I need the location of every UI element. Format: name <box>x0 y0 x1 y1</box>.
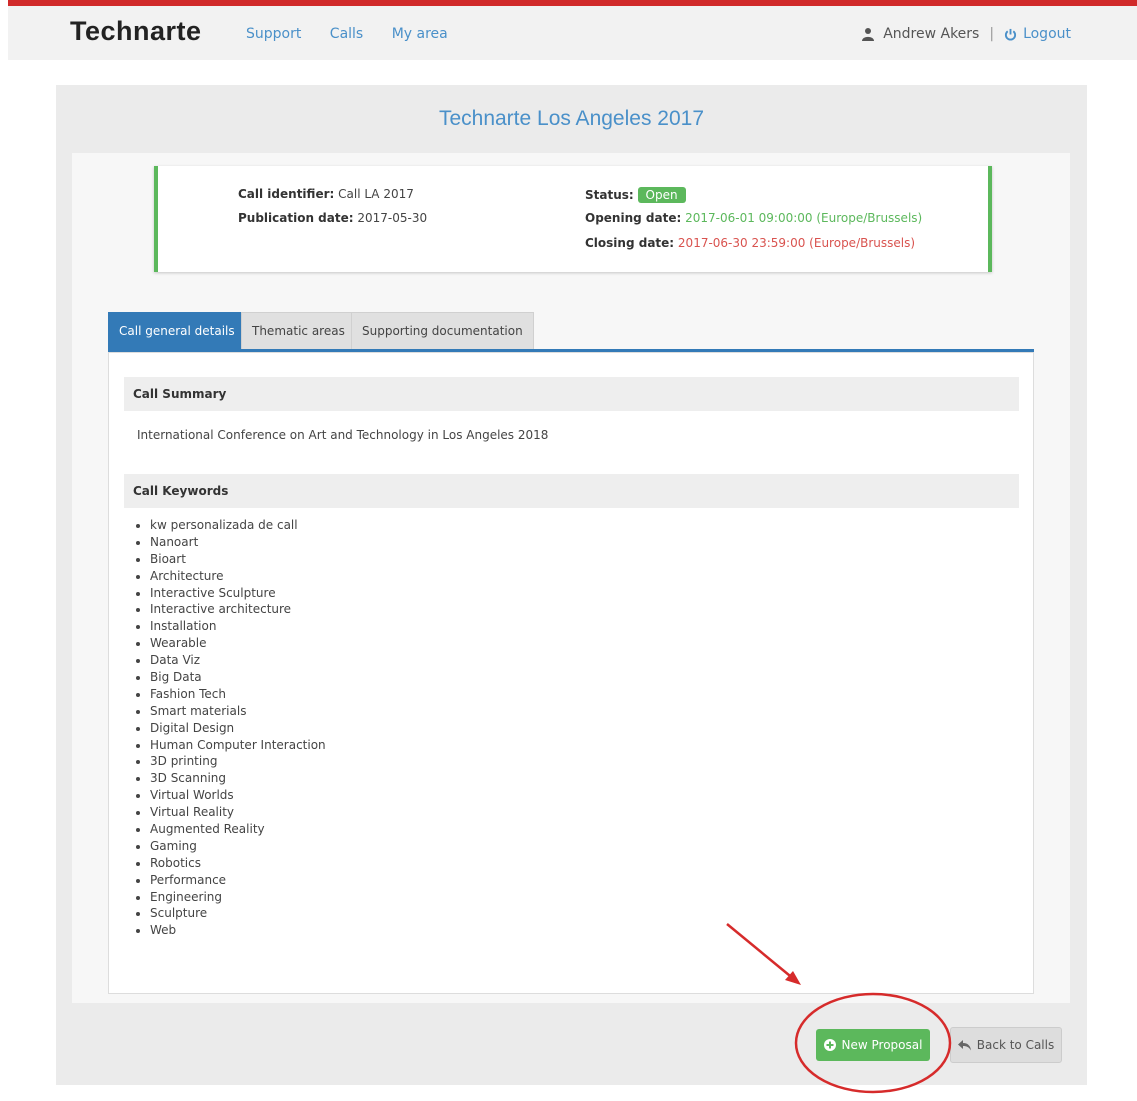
list-item: Sculpture <box>150 905 326 922</box>
call-identifier-label: Call identifier: <box>238 187 335 201</box>
back-to-calls-button[interactable]: Back to Calls <box>950 1027 1062 1063</box>
tab-content: Call Summary International Conference on… <box>108 352 1034 994</box>
closing-date-label: Closing date: <box>585 236 675 250</box>
page-title: Technarte Los Angeles 2017 <box>438 107 705 130</box>
user-name[interactable]: Andrew Akers <box>883 26 979 42</box>
tab-thematic-areas[interactable]: Thematic areas <box>241 312 356 349</box>
list-item: Web <box>150 922 326 939</box>
closing-date-value: 2017-06-30 23:59:00 (Europe/Brussels) <box>677 236 916 250</box>
call-identifier-value: Call LA 2017 <box>338 187 414 201</box>
call-keywords-heading: Call Keywords <box>124 474 1019 508</box>
list-item: Interactive Sculpture <box>150 585 326 602</box>
power-icon <box>1005 28 1017 40</box>
tab-call-general-details[interactable]: Call general details <box>108 312 246 349</box>
list-item: Performance <box>150 872 326 889</box>
back-to-calls-label: Back to Calls <box>976 1038 1055 1052</box>
nav-calls[interactable]: Calls <box>330 26 363 42</box>
list-item: Architecture <box>150 568 326 585</box>
status-badge: Open <box>637 187 686 203</box>
opening-date-label: Opening date: <box>585 211 682 225</box>
brand-logo[interactable]: Technarte <box>70 16 202 47</box>
list-item: Robotics <box>150 855 326 872</box>
list-item: kw personalizada de call <box>150 517 326 534</box>
user-menu: Andrew Akers | Logout <box>861 26 1071 42</box>
nav-support[interactable]: Support <box>246 26 301 42</box>
call-identifier: Call identifier: Call LA 2017 <box>238 187 414 201</box>
list-item: Wearable <box>150 635 326 652</box>
list-item: Engineering <box>150 889 326 906</box>
call-panel: Technarte Los Angeles 2017 Call identifi… <box>56 85 1087 1085</box>
keywords-list: kw personalizada de call Nanoart Bioart … <box>135 517 326 939</box>
tab-supporting-documentation[interactable]: Supporting documentation <box>351 312 534 349</box>
call-summary-text: International Conference on Art and Tech… <box>137 428 549 442</box>
call-status: Status: Open <box>585 187 686 203</box>
separator: | <box>989 26 995 42</box>
call-details-panel: Call identifier: Call LA 2017 Publicatio… <box>72 153 1070 1003</box>
logo-text: Technarte <box>70 16 202 46</box>
opening-date-value: 2017-06-01 09:00:00 (Europe/Brussels) <box>685 211 923 225</box>
closing-date: Closing date: 2017-06-30 23:59:00 (Europ… <box>585 236 915 250</box>
list-item: Virtual Reality <box>150 804 326 821</box>
details-tabs: Call general details Thematic areas Supp… <box>108 312 1034 352</box>
new-proposal-label: New Proposal <box>841 1038 923 1052</box>
opening-date: Opening date: 2017-06-01 09:00:00 (Europ… <box>585 211 922 225</box>
main-nav: Support Calls My area <box>246 26 472 42</box>
list-item: Data Viz <box>150 652 326 669</box>
publication-date: Publication date: 2017-05-30 <box>238 211 427 225</box>
list-item: Virtual Worlds <box>150 787 326 804</box>
list-item: Interactive architecture <box>150 601 326 618</box>
list-item: Bioart <box>150 551 326 568</box>
list-item: 3D Scanning <box>150 770 326 787</box>
plus-circle-icon <box>823 1039 836 1051</box>
publication-date-label: Publication date: <box>238 211 354 225</box>
nav-my-area[interactable]: My area <box>392 26 448 42</box>
top-navbar: Technarte Support Calls My area Andrew A… <box>8 0 1137 60</box>
new-proposal-button[interactable]: New Proposal <box>816 1029 930 1061</box>
call-summary-heading: Call Summary <box>124 377 1019 411</box>
list-item: 3D printing <box>150 753 326 770</box>
list-item: Nanoart <box>150 534 326 551</box>
list-item: Human Computer Interaction <box>150 737 326 754</box>
list-item: Digital Design <box>150 720 326 737</box>
list-item: Gaming <box>150 838 326 855</box>
user-icon <box>862 28 875 41</box>
list-item: Fashion Tech <box>150 686 326 703</box>
list-item: Installation <box>150 618 326 635</box>
logout-label: Logout <box>1023 26 1071 42</box>
publication-date-value: 2017-05-30 <box>357 211 428 225</box>
list-item: Augmented Reality <box>150 821 326 838</box>
status-label: Status: <box>585 188 634 202</box>
list-item: Smart materials <box>150 703 326 720</box>
list-item: Big Data <box>150 669 326 686</box>
logout-link[interactable]: Logout <box>1004 26 1071 42</box>
call-info-box: Call identifier: Call LA 2017 Publicatio… <box>154 166 992 272</box>
reply-arrow-icon <box>957 1039 971 1050</box>
